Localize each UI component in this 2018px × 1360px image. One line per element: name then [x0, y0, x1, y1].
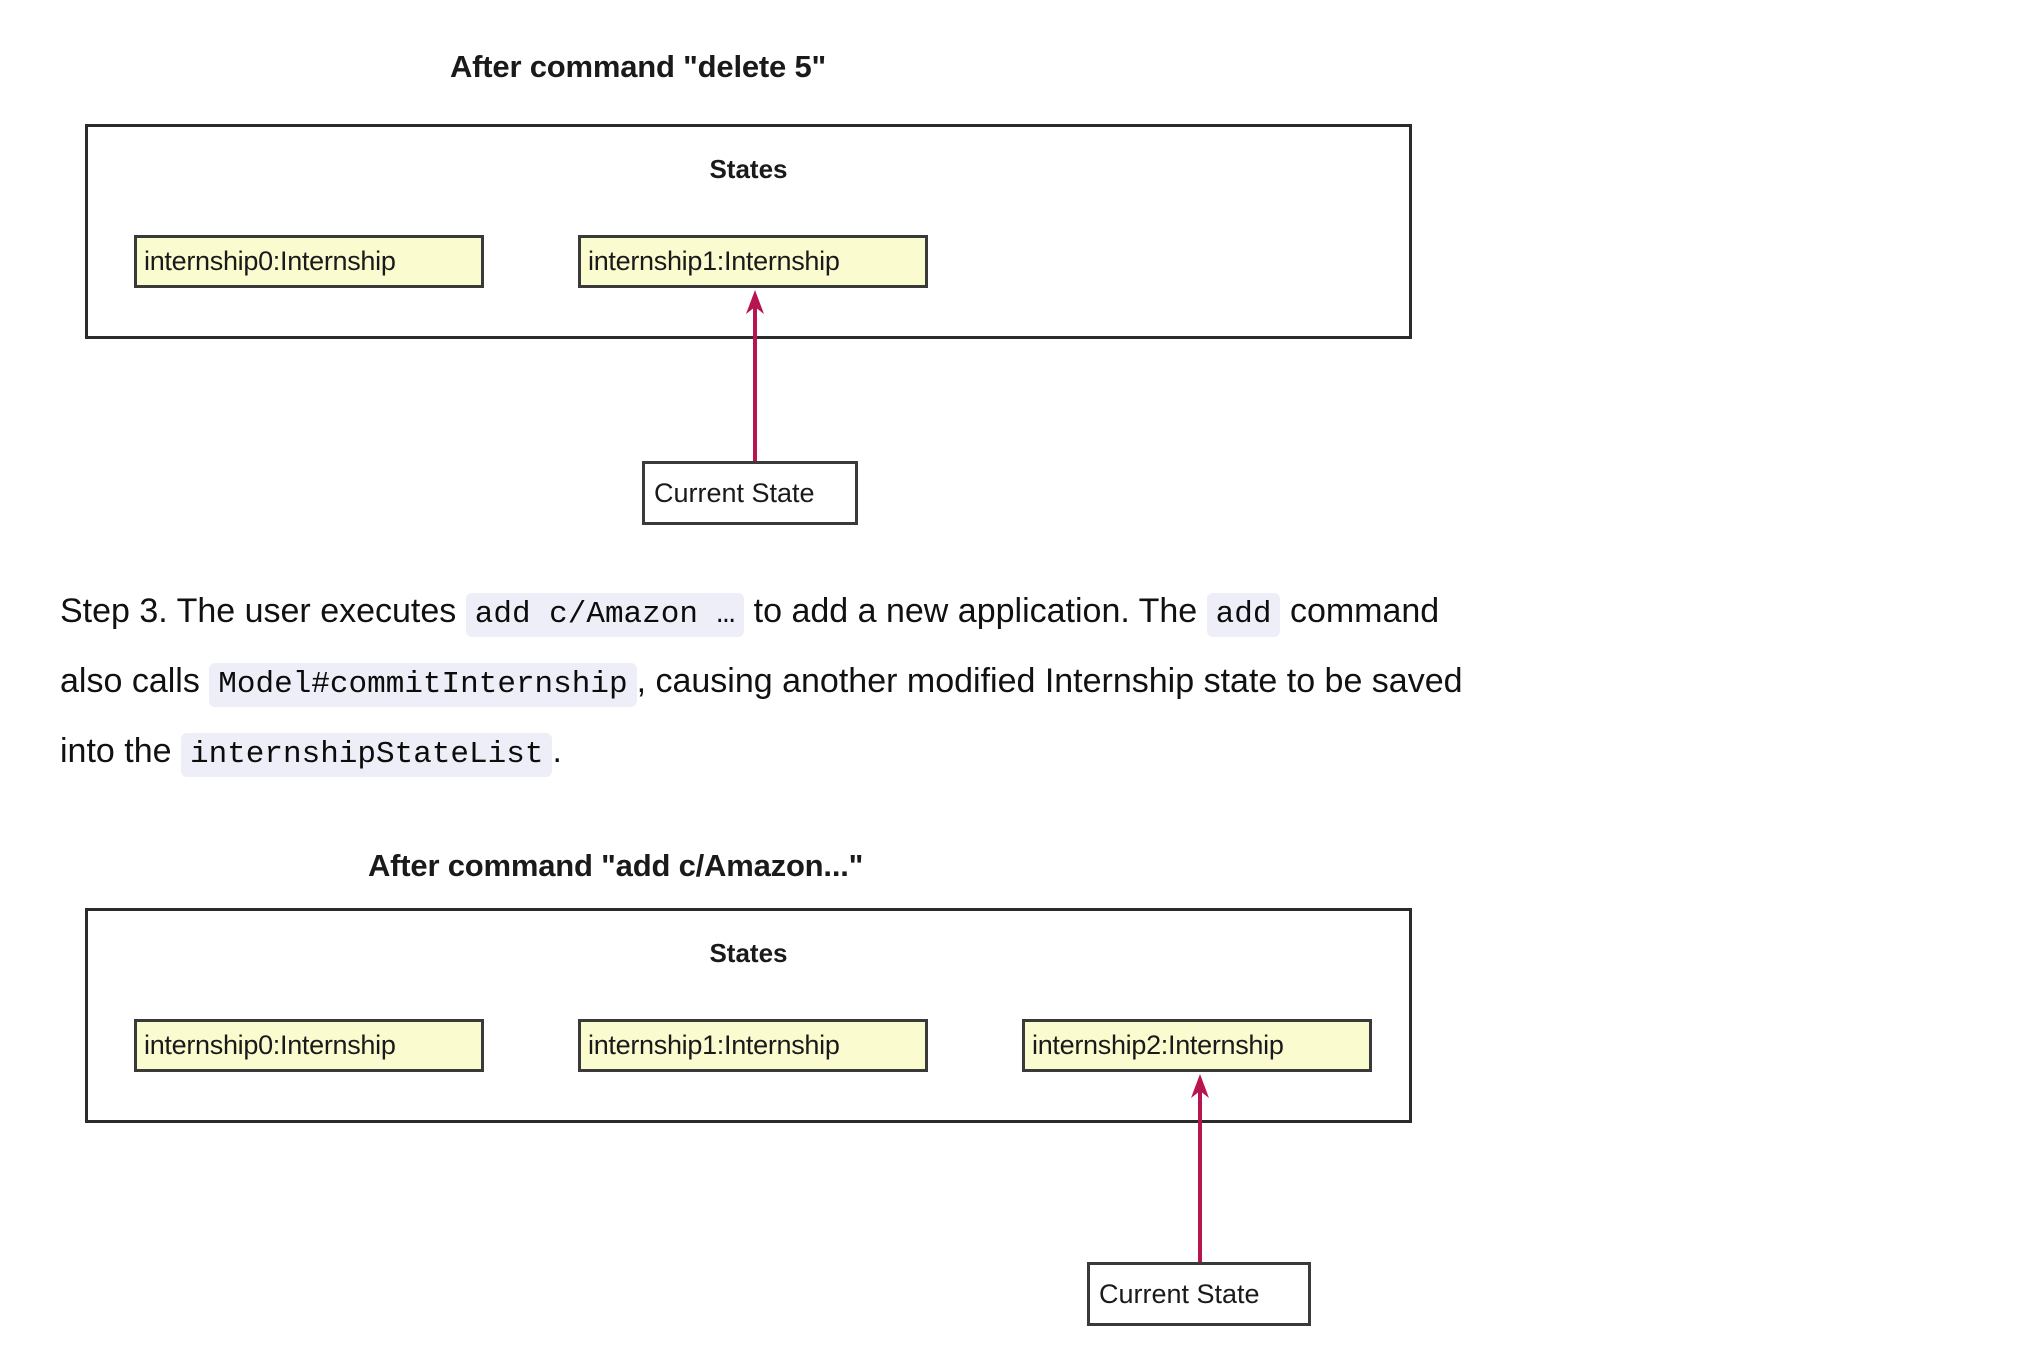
- diagram2-current-state-note[interactable]: Current State: [1087, 1262, 1311, 1326]
- diagram2-title: After command "add c/Amazon...": [368, 848, 864, 883]
- state-box-internship1-v2[interactable]: internship1:Internship: [578, 1019, 928, 1072]
- diagram2-frame-label: States: [709, 938, 788, 968]
- diagram2-current-state-arrow: [1191, 1074, 1209, 1268]
- diagram-after-add-amazon: After command "add c/Amazon..." States i…: [0, 0, 2018, 1360]
- state-box-internship2[interactable]: internship2:Internship: [1022, 1019, 1372, 1072]
- state-box-internship0-v2[interactable]: internship0:Internship: [134, 1019, 484, 1072]
